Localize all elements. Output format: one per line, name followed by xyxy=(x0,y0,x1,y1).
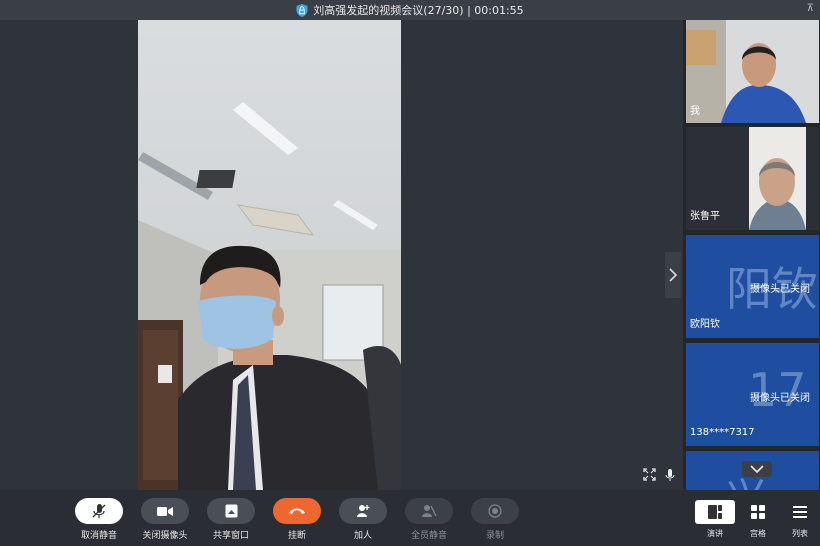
view-speaker-label: 演讲 xyxy=(707,529,723,538)
camera-off-button[interactable] xyxy=(141,498,189,524)
add-person-icon xyxy=(357,505,370,517)
share-window-button[interactable] xyxy=(207,498,255,524)
shield-icon xyxy=(296,3,308,17)
participant-tile[interactable]: 17 摄像头已关闭 138****7317 xyxy=(686,343,819,446)
unmute-button[interactable] xyxy=(75,498,123,524)
chevron-right-icon xyxy=(669,268,678,282)
self-video xyxy=(686,20,819,123)
participant-name: 138****7317 xyxy=(690,427,755,438)
participant-tile-self[interactable]: 我 xyxy=(686,20,819,123)
record-icon xyxy=(488,504,502,518)
speaker-view-icon xyxy=(708,505,722,519)
window-title: 刘高强发起的视频会议(27/30) | 00:01:55 xyxy=(313,4,524,17)
view-grid-button[interactable] xyxy=(738,500,778,524)
fullscreen-icon[interactable] xyxy=(643,468,656,481)
participant-tile[interactable]: 阳钦 摄像头已关闭 欧阳钦 xyxy=(686,235,819,338)
mic-icon xyxy=(665,469,675,481)
hangup-icon xyxy=(289,508,305,514)
mute-all-icon xyxy=(422,505,437,517)
participant-tile[interactable]: 张鲁平 xyxy=(686,127,819,230)
view-list-label: 列表 xyxy=(792,529,808,538)
camera-off-status: 摄像头已关闭 xyxy=(750,393,810,404)
view-list-button[interactable] xyxy=(780,500,820,524)
camera-off-label: 关闭摄像头 xyxy=(142,531,188,541)
main-stage xyxy=(0,20,683,490)
mute-all-button[interactable] xyxy=(405,498,453,524)
record-button[interactable] xyxy=(471,498,519,524)
list-view-icon xyxy=(793,506,807,518)
add-person-button[interactable] xyxy=(339,498,387,524)
mute-all-label: 全员静音 xyxy=(410,531,447,541)
add-person-label: 加人 xyxy=(353,531,372,541)
participant-name: 我 xyxy=(690,106,700,117)
hangup-button[interactable] xyxy=(273,498,321,524)
view-speaker-button[interactable] xyxy=(695,500,735,524)
participant-video xyxy=(749,127,806,230)
speaker-video-frame xyxy=(138,20,401,490)
share-icon xyxy=(225,504,237,518)
participant-name: 欧阳钦 xyxy=(690,319,720,330)
scroll-down-button[interactable] xyxy=(742,461,772,477)
unmute-label: 取消静音 xyxy=(80,531,117,541)
hangup-label: 挂断 xyxy=(287,531,306,541)
participant-list: 我 张鲁平 阳钦 摄像头已关闭 欧阳钦 17 摄像头已关闭 138****731… xyxy=(683,20,820,490)
record-label: 录制 xyxy=(485,531,504,541)
participant-tile[interactable]: 兴 xyxy=(686,451,819,490)
mic-muted-icon xyxy=(92,504,106,518)
participant-name: 张鲁平 xyxy=(690,211,720,222)
camera-icon xyxy=(157,506,173,516)
grid-view-icon xyxy=(751,505,765,519)
speaker-video xyxy=(138,20,401,490)
pin-icon[interactable]: ⊼ xyxy=(807,3,814,14)
title-bar: 刘高强发起的视频会议(27/30) | 00:01:55 ⊼ xyxy=(0,0,820,20)
view-grid-label: 宫格 xyxy=(750,529,766,538)
toolbar: 取消静音 关闭摄像头 共享窗口 挂断 加人 全员静音 录制 演讲 宫格 列表 xyxy=(0,490,820,546)
camera-off-status: 摄像头已关闭 xyxy=(750,284,810,295)
share-window-label: 共享窗口 xyxy=(212,531,249,541)
next-page-button[interactable] xyxy=(665,252,681,298)
